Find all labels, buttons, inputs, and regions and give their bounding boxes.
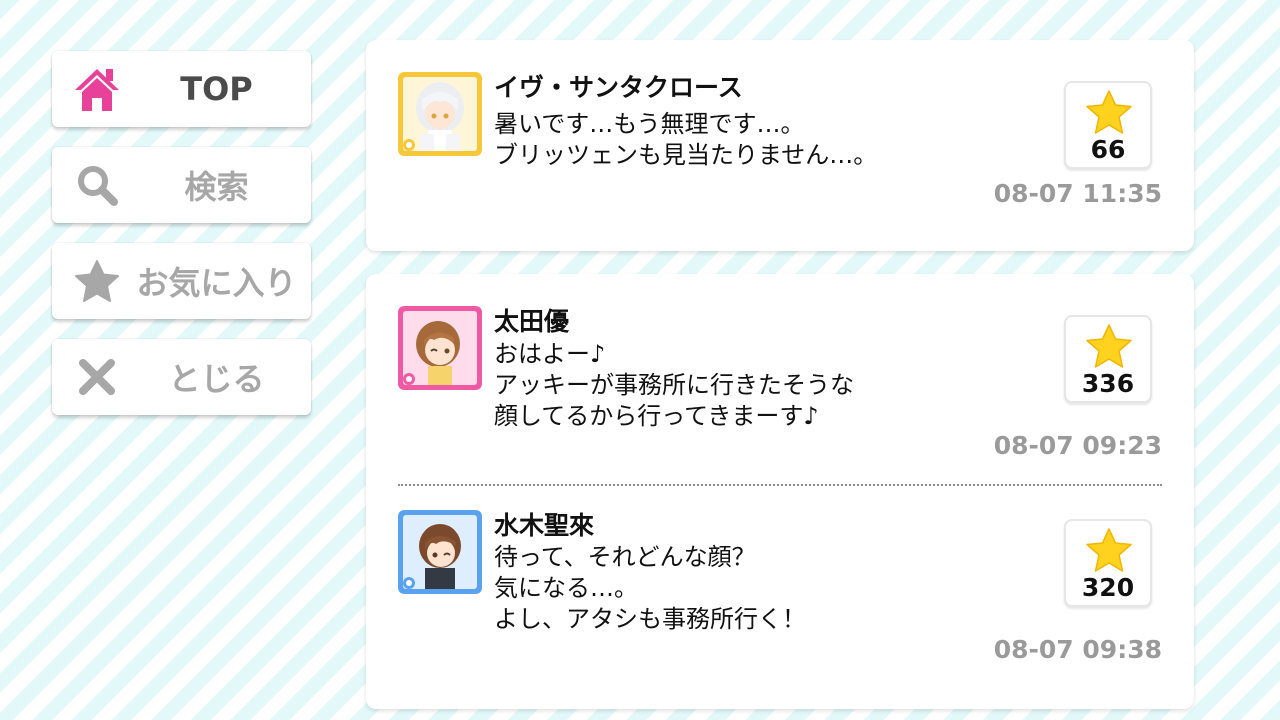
avatar[interactable]	[398, 306, 482, 390]
post-card: 太田優 おはよー♪ アッキーが事務所に行きたそうな 顔してるから行ってきまーす♪…	[366, 274, 1194, 709]
post-timestamp: 08-07 09:38	[993, 635, 1162, 664]
star-icon	[1086, 90, 1132, 134]
favorite-count: 320	[1081, 573, 1135, 602]
post-text: 待って、それどんな顔？ 気になる…。 よし、アタシも事務所行く！	[494, 543, 806, 633]
post-author: イヴ・サンタクロース	[494, 73, 743, 102]
top-button[interactable]: TOP	[52, 51, 311, 127]
post-text: おはよー♪ アッキーが事務所に行きたそうな 顔してるから行ってきまーす♪	[494, 340, 854, 430]
star-icon	[72, 256, 122, 306]
star-icon	[1086, 324, 1132, 368]
search-label: 検索	[184, 168, 249, 206]
post-card: イヴ・サンタクロース 暑いです…もう無理です…。 ブリッツェンも見当たりません……	[366, 40, 1194, 251]
favorite-count: 336	[1081, 369, 1135, 398]
favorites-button[interactable]: お気に入り	[52, 243, 311, 319]
star-icon	[1086, 528, 1132, 572]
search-button[interactable]: 検索	[52, 147, 311, 223]
avatar[interactable]	[398, 72, 482, 156]
favorite-button[interactable]: 336	[1064, 315, 1152, 403]
favorite-count: 66	[1090, 135, 1126, 164]
post-author: 水木聖來	[494, 511, 595, 540]
avatar[interactable]	[398, 510, 482, 594]
close-icon	[72, 352, 122, 402]
favorites-label: お気に入り	[136, 264, 297, 302]
search-icon	[72, 160, 122, 210]
close-label: とじる	[168, 360, 265, 398]
home-icon	[72, 64, 122, 114]
post-divider	[398, 484, 1162, 486]
close-button[interactable]: とじる	[52, 339, 311, 415]
top-label: TOP	[180, 70, 253, 108]
post-timestamp: 08-07 11:35	[993, 179, 1162, 208]
post-author: 太田優	[494, 307, 570, 336]
favorite-button[interactable]: 320	[1064, 519, 1152, 607]
post-timestamp: 08-07 09:23	[993, 431, 1162, 460]
post-text: 暑いです…もう無理です…。 ブリッツェンも見当たりません…。	[494, 110, 878, 169]
favorite-button[interactable]: 66	[1064, 81, 1152, 169]
